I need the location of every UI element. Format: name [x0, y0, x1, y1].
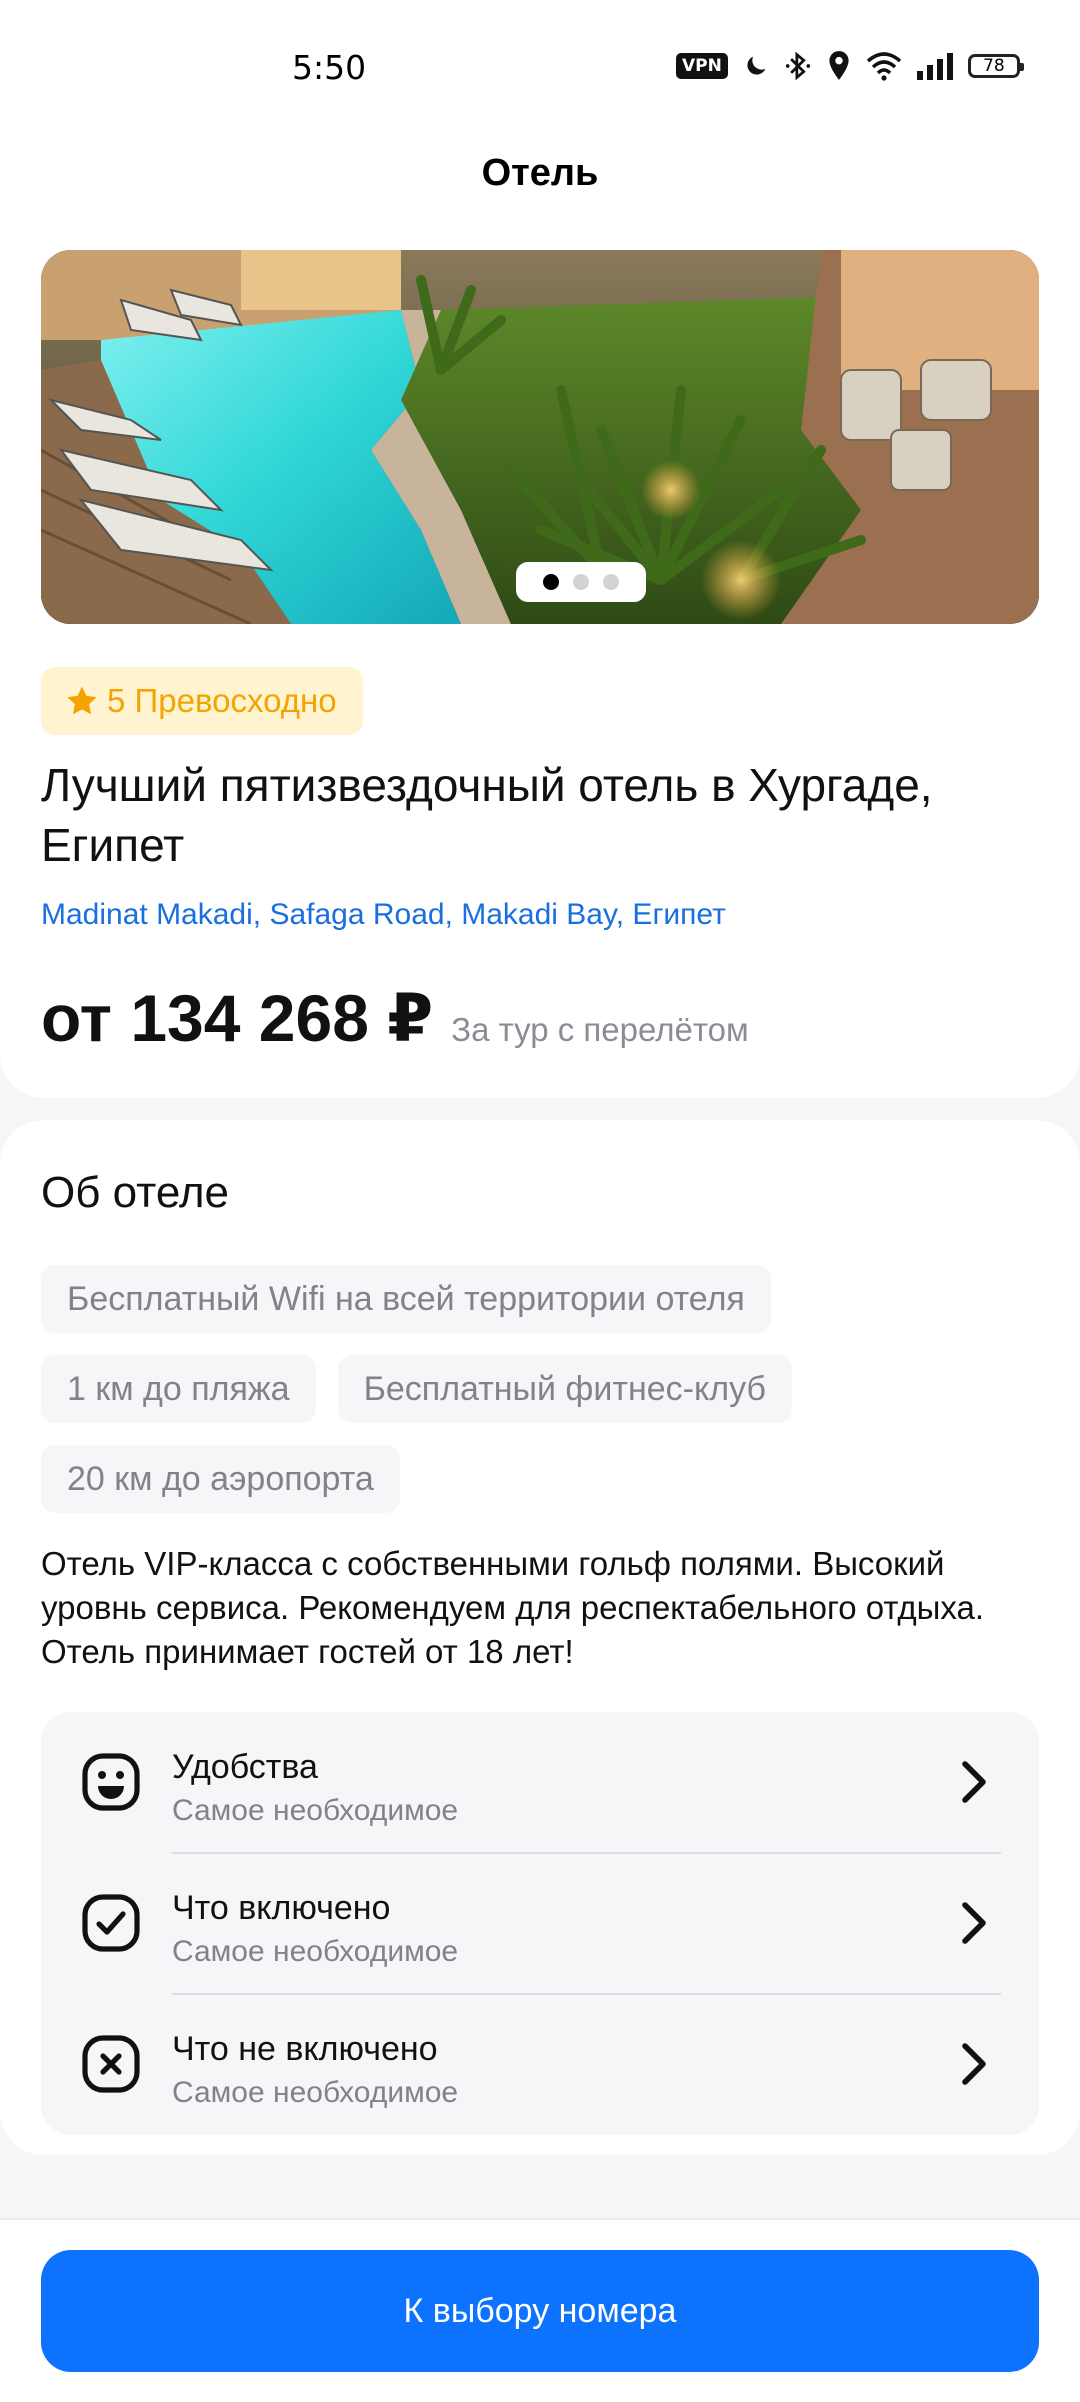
status-time: 5:50	[292, 48, 367, 87]
chevron-right-icon	[962, 1761, 986, 1803]
page-title: Отель	[481, 152, 599, 194]
section-title: Об отеле	[41, 1168, 229, 1217]
choose-room-button[interactable]: К выбору номера	[41, 2250, 1039, 2372]
info-item-subtitle: Самое необходимое	[172, 1935, 459, 1968]
info-item-included[interactable]: Что включено Самое необходимое	[41, 1853, 1039, 1993]
info-item-title: Что включено	[172, 1889, 391, 1927]
info-item-title: Удобства	[172, 1748, 318, 1786]
bottom-bar: К выбору номера	[0, 2218, 1080, 2402]
price-row: от 134 268 ₽ За тур с перелётом	[41, 980, 749, 1057]
price-note: За тур с перелётом	[451, 1011, 749, 1048]
battery-icon: 78	[967, 54, 1024, 78]
status-icons: VPN 78	[676, 44, 1024, 88]
hotel-name: Лучший пятизвездочный отель в Хургаде, Е…	[41, 759, 933, 871]
amenity-tags: Бесплатный Wifi на всей территории отеля…	[41, 1265, 1041, 1513]
moon-icon	[747, 56, 766, 75]
info-item-not-included[interactable]: Что не включено Самое необходимое	[41, 1994, 1039, 2134]
header: Отель	[0, 130, 1080, 250]
price: от 134 268 ₽	[41, 981, 434, 1055]
carousel-pager[interactable]	[516, 562, 646, 602]
hotel-address-link[interactable]: Madinat Makadi, Safaga Road, Makadi Bay,…	[41, 898, 726, 932]
info-item-amenities[interactable]: Удобства Самое необходимое	[41, 1712, 1039, 1852]
amenity-tag: 20 км до аэропорта	[41, 1445, 400, 1513]
amenity-tag: 1 км до пляжа	[41, 1355, 316, 1423]
tick-square-icon	[82, 1894, 140, 1952]
location-icon	[829, 51, 849, 80]
close-square-icon	[82, 2035, 140, 2093]
hotel-photo-carousel[interactable]	[41, 250, 1039, 624]
amenity-tag: Бесплатный Wifi на всей территории отеля	[41, 1265, 771, 1333]
pager-dot-active[interactable]	[543, 574, 559, 590]
hotel-card: 5 Превосходно Лучший пятизвездочный отел…	[0, 250, 1080, 1098]
chevron-right-icon	[962, 1902, 986, 1944]
info-item-title: Что не включено	[172, 2030, 438, 2068]
bluetooth-icon	[785, 51, 810, 81]
info-item-subtitle: Самое необходимое	[172, 2076, 459, 2109]
rating-label: 5 Превосходно	[107, 682, 337, 719]
pager-dot[interactable]	[603, 574, 619, 590]
vpn-badge: VPN	[676, 53, 728, 79]
amenity-tag: Бесплатный фитнес-клуб	[337, 1355, 792, 1423]
emoji-happy-icon	[82, 1753, 140, 1811]
signal-icon	[916, 53, 953, 80]
info-item-subtitle: Самое необходимое	[172, 1794, 459, 1827]
star-icon	[67, 686, 97, 715]
info-list: Удобства Самое необходимое Что включено …	[41, 1712, 1039, 2135]
status-bar: 5:50 VPN 78	[0, 0, 1080, 130]
pager-dot[interactable]	[573, 574, 589, 590]
hotel-description: Отель VIP-класса с собственными гольф по…	[41, 1545, 985, 1670]
chevron-right-icon	[962, 2043, 986, 2085]
rating-badge: 5 Превосходно	[41, 667, 363, 735]
wifi-icon	[866, 52, 901, 81]
about-hotel-card: Об отеле Бесплатный Wifi на всей террито…	[0, 1120, 1080, 2155]
